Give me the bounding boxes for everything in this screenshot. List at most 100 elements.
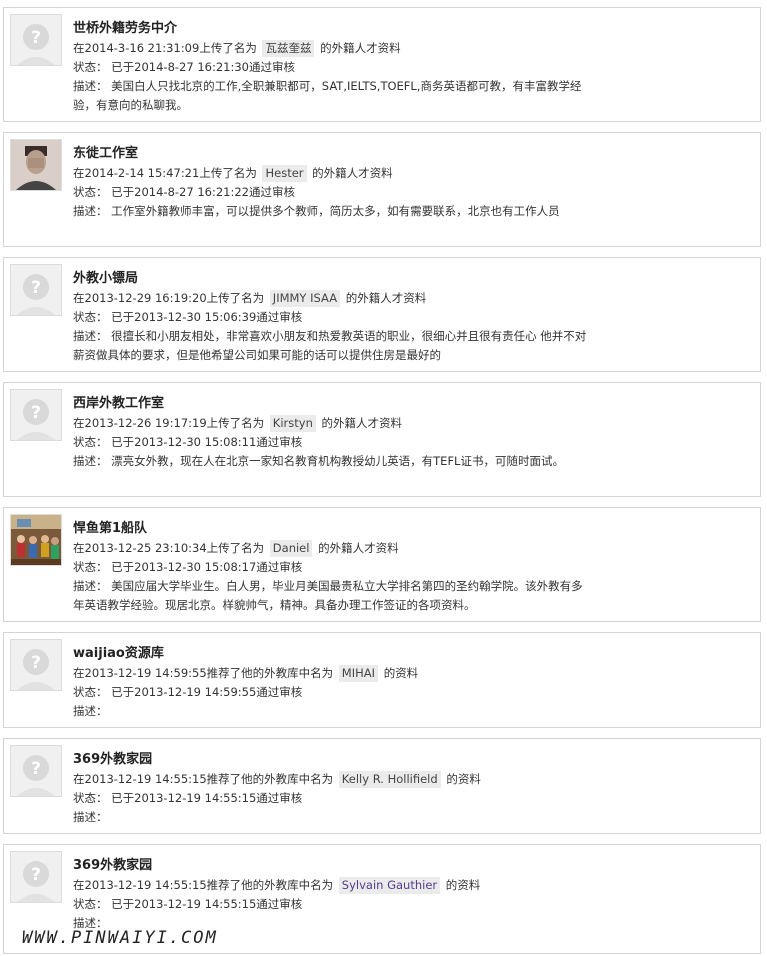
talent-name-link[interactable]: Daniel xyxy=(269,540,313,557)
upload-time: 2013-12-19 14:59:55 xyxy=(84,666,207,680)
approved-time: 2014-8-27 16:21:22 xyxy=(134,185,249,199)
upload-line: 在2013-12-19 14:59:55推荐了他的外教库中名为 MIHAI 的资… xyxy=(73,664,593,683)
approved-time: 2013-12-30 15:08:11 xyxy=(134,435,257,449)
placeholder-avatar-icon[interactable]: ? xyxy=(10,264,62,316)
approved-prefix: 已于 xyxy=(111,185,135,199)
upload-time: 2014-2-14 15:47:21 xyxy=(84,166,200,180)
approved-prefix: 已于 xyxy=(111,685,135,699)
placeholder-avatar-icon[interactable]: ? xyxy=(10,745,62,797)
description-label: 描述： xyxy=(73,579,108,593)
talent-card: ? 世桥外籍劳务中介 在2014-3-16 21:31:09上传了名为 瓦兹奎兹 的… xyxy=(3,7,761,122)
placeholder-avatar-icon[interactable]: ? xyxy=(10,639,62,691)
approved-prefix: 已于 xyxy=(111,791,135,805)
status-label: 状态： xyxy=(73,310,108,324)
talent-info: 西岸外教工作室 在2013-12-26 19:17:19上传了名为 Kirstyn… xyxy=(73,394,593,471)
talent-name-link[interactable]: Hester xyxy=(262,165,307,182)
description-label: 描述： xyxy=(73,79,108,93)
svg-text:?: ? xyxy=(31,278,41,298)
upload-line: 在2013-12-19 14:55:15推荐了他的外教库中名为 Sylvain … xyxy=(73,876,593,895)
description-line: 描述： 美国应届大学毕业生。白人男，毕业月美国最贵私立大学排名第四的圣约翰学院。… xyxy=(73,577,593,615)
description-text: 美国应届大学毕业生。白人男，毕业月美国最贵私立大学排名第四的圣约翰学院。该外教有… xyxy=(73,579,583,612)
upload-line: 在2013-12-19 14:55:15推荐了他的外教库中名为 Kelly R.… xyxy=(73,770,593,789)
at-text: 在 xyxy=(73,166,85,180)
avatar-photo[interactable] xyxy=(10,514,62,566)
talent-name-link[interactable]: Kelly R. Hollifield xyxy=(338,771,441,788)
avatar-photo[interactable] xyxy=(10,139,62,191)
approved-prefix: 已于 xyxy=(111,897,135,911)
at-text: 在 xyxy=(73,41,85,55)
at-text: 在 xyxy=(73,772,85,786)
placeholder-avatar-icon[interactable]: ? xyxy=(10,851,62,903)
description-text: 很擅长和小朋友相处，非常喜欢小朋友和热爱教英语的职业，很细心并且很有责任心 他并… xyxy=(73,329,587,362)
status-line: 状态： 已于2013-12-19 14:55:15通过审核 xyxy=(73,789,593,808)
approved-suffix: 通过审核 xyxy=(256,435,303,449)
status-line: 状态： 已于2014-8-27 16:21:22通过审核 xyxy=(73,183,593,202)
talent-card: ? 外教小镖局 在2013-12-29 16:19:20上传了名为 JIMMY IS… xyxy=(3,257,761,372)
suffix-text: 的外籍人才资料 xyxy=(345,291,427,305)
description-line: 描述： 美国白人只找北京的工作,全职兼职都可，SAT,IELTS,TOEFL,商… xyxy=(73,77,593,115)
approved-time: 2013-12-30 15:06:39 xyxy=(134,310,257,324)
approved-prefix: 已于 xyxy=(111,310,135,324)
agency-name-link[interactable]: 369外教家园 xyxy=(73,856,593,876)
approved-time: 2013-12-30 15:08:17 xyxy=(134,560,257,574)
talent-name-link[interactable]: MIHAI xyxy=(338,665,379,682)
description-line: 描述： 漂亮女外教，现在人在北京一家知名教育机构教授幼儿英语，有TEFL证书，可… xyxy=(73,452,593,471)
talent-name-link[interactable]: 瓦兹奎兹 xyxy=(262,40,315,57)
upload-time: 2013-12-19 14:55:15 xyxy=(84,878,207,892)
talent-name-link[interactable]: Sylvain Gauthier xyxy=(338,877,441,894)
talent-info: 东徙工作室 在2014-2-14 15:47:21上传了名为 Hester 的外籍… xyxy=(73,144,593,221)
approved-suffix: 通过审核 xyxy=(256,897,303,911)
svg-text:?: ? xyxy=(31,653,41,673)
talent-name-link[interactable]: Kirstyn xyxy=(269,415,316,432)
upload-time: 2013-12-29 16:19:20 xyxy=(84,291,207,305)
at-text: 在 xyxy=(73,541,85,555)
suffix-text: 的资料 xyxy=(383,666,419,680)
agency-name-link[interactable]: 西岸外教工作室 xyxy=(73,394,593,414)
status-line: 状态： 已于2013-12-30 15:08:11通过审核 xyxy=(73,433,593,452)
agency-name-link[interactable]: 东徙工作室 xyxy=(73,144,593,164)
talent-info: 369外教家园 在2013-12-19 14:55:15推荐了他的外教库中名为 S… xyxy=(73,856,593,933)
description-text: 工作室外籍教师丰富，可以提供多个教师，简历太多，如有需要联系，北京也有工作人员 xyxy=(111,204,560,218)
suffix-text: 的外籍人才资料 xyxy=(321,416,403,430)
placeholder-avatar-icon[interactable]: ? xyxy=(10,389,62,441)
placeholder-avatar-icon[interactable]: ? xyxy=(10,14,62,66)
svg-text:?: ? xyxy=(31,28,41,48)
upload-line: 在2013-12-29 16:19:20上传了名为 JIMMY ISAA 的外籍… xyxy=(73,289,593,308)
talent-card: ? 369外教家园 在2013-12-19 14:55:15推荐了他的外教库中名为 … xyxy=(3,738,761,834)
description-label: 描述： xyxy=(73,204,108,218)
status-line: 状态： 已于2014-8-27 16:21:30通过审核 xyxy=(73,58,593,77)
agency-name-link[interactable]: 悍鱼第1船队 xyxy=(73,519,593,539)
approved-suffix: 通过审核 xyxy=(256,560,303,574)
talent-info: 369外教家园 在2013-12-19 14:55:15推荐了他的外教库中名为 K… xyxy=(73,750,593,827)
status-label: 状态： xyxy=(73,560,108,574)
status-line: 状态： 已于2013-12-19 14:55:15通过审核 xyxy=(73,895,593,914)
agency-name-link[interactable]: 外教小镖局 xyxy=(73,269,593,289)
upload-time: 2013-12-26 19:17:19 xyxy=(84,416,207,430)
action-text: 上传了名为 xyxy=(206,541,265,555)
agency-name-link[interactable]: waijiao资源库 xyxy=(73,644,593,664)
svg-text:?: ? xyxy=(31,403,41,423)
agency-name-link[interactable]: 世桥外籍劳务中介 xyxy=(73,19,593,39)
approved-time: 2013-12-19 14:59:55 xyxy=(134,685,257,699)
agency-name-link[interactable]: 369外教家园 xyxy=(73,750,593,770)
at-text: 在 xyxy=(73,878,85,892)
description-text: 美国白人只找北京的工作,全职兼职都可，SAT,IELTS,TOEFL,商务英语都… xyxy=(73,79,582,112)
approved-suffix: 通过审核 xyxy=(256,310,303,324)
upload-line: 在2013-12-25 23:10:34上传了名为 Daniel 的外籍人才资料 xyxy=(73,539,593,558)
talent-card: ? waijiao资源库 在2013-12-19 14:59:55推荐了他的外教库中… xyxy=(3,632,761,728)
at-text: 在 xyxy=(73,291,85,305)
upload-line: 在2013-12-26 19:17:19上传了名为 Kirstyn 的外籍人才资… xyxy=(73,414,593,433)
description-line: 描述： xyxy=(73,808,593,827)
talent-info: 外教小镖局 在2013-12-29 16:19:20上传了名为 JIMMY ISA… xyxy=(73,269,593,365)
talent-name-link[interactable]: JIMMY ISAA xyxy=(269,290,341,307)
description-line: 描述： 工作室外籍教师丰富，可以提供多个教师，简历太多，如有需要联系，北京也有工… xyxy=(73,202,593,221)
action-text: 上传了名为 xyxy=(199,166,257,180)
action-text: 上传了名为 xyxy=(206,416,265,430)
approved-prefix: 已于 xyxy=(111,435,135,449)
approved-suffix: 通过审核 xyxy=(256,685,303,699)
description-label: 描述： xyxy=(73,810,108,824)
action-text: 推荐了他的外教库中名为 xyxy=(206,666,334,680)
talent-info: 世桥外籍劳务中介 在2014-3-16 21:31:09上传了名为 瓦兹奎兹 的外… xyxy=(73,19,593,115)
status-label: 状态： xyxy=(73,685,108,699)
approved-time: 2013-12-19 14:55:15 xyxy=(134,897,257,911)
